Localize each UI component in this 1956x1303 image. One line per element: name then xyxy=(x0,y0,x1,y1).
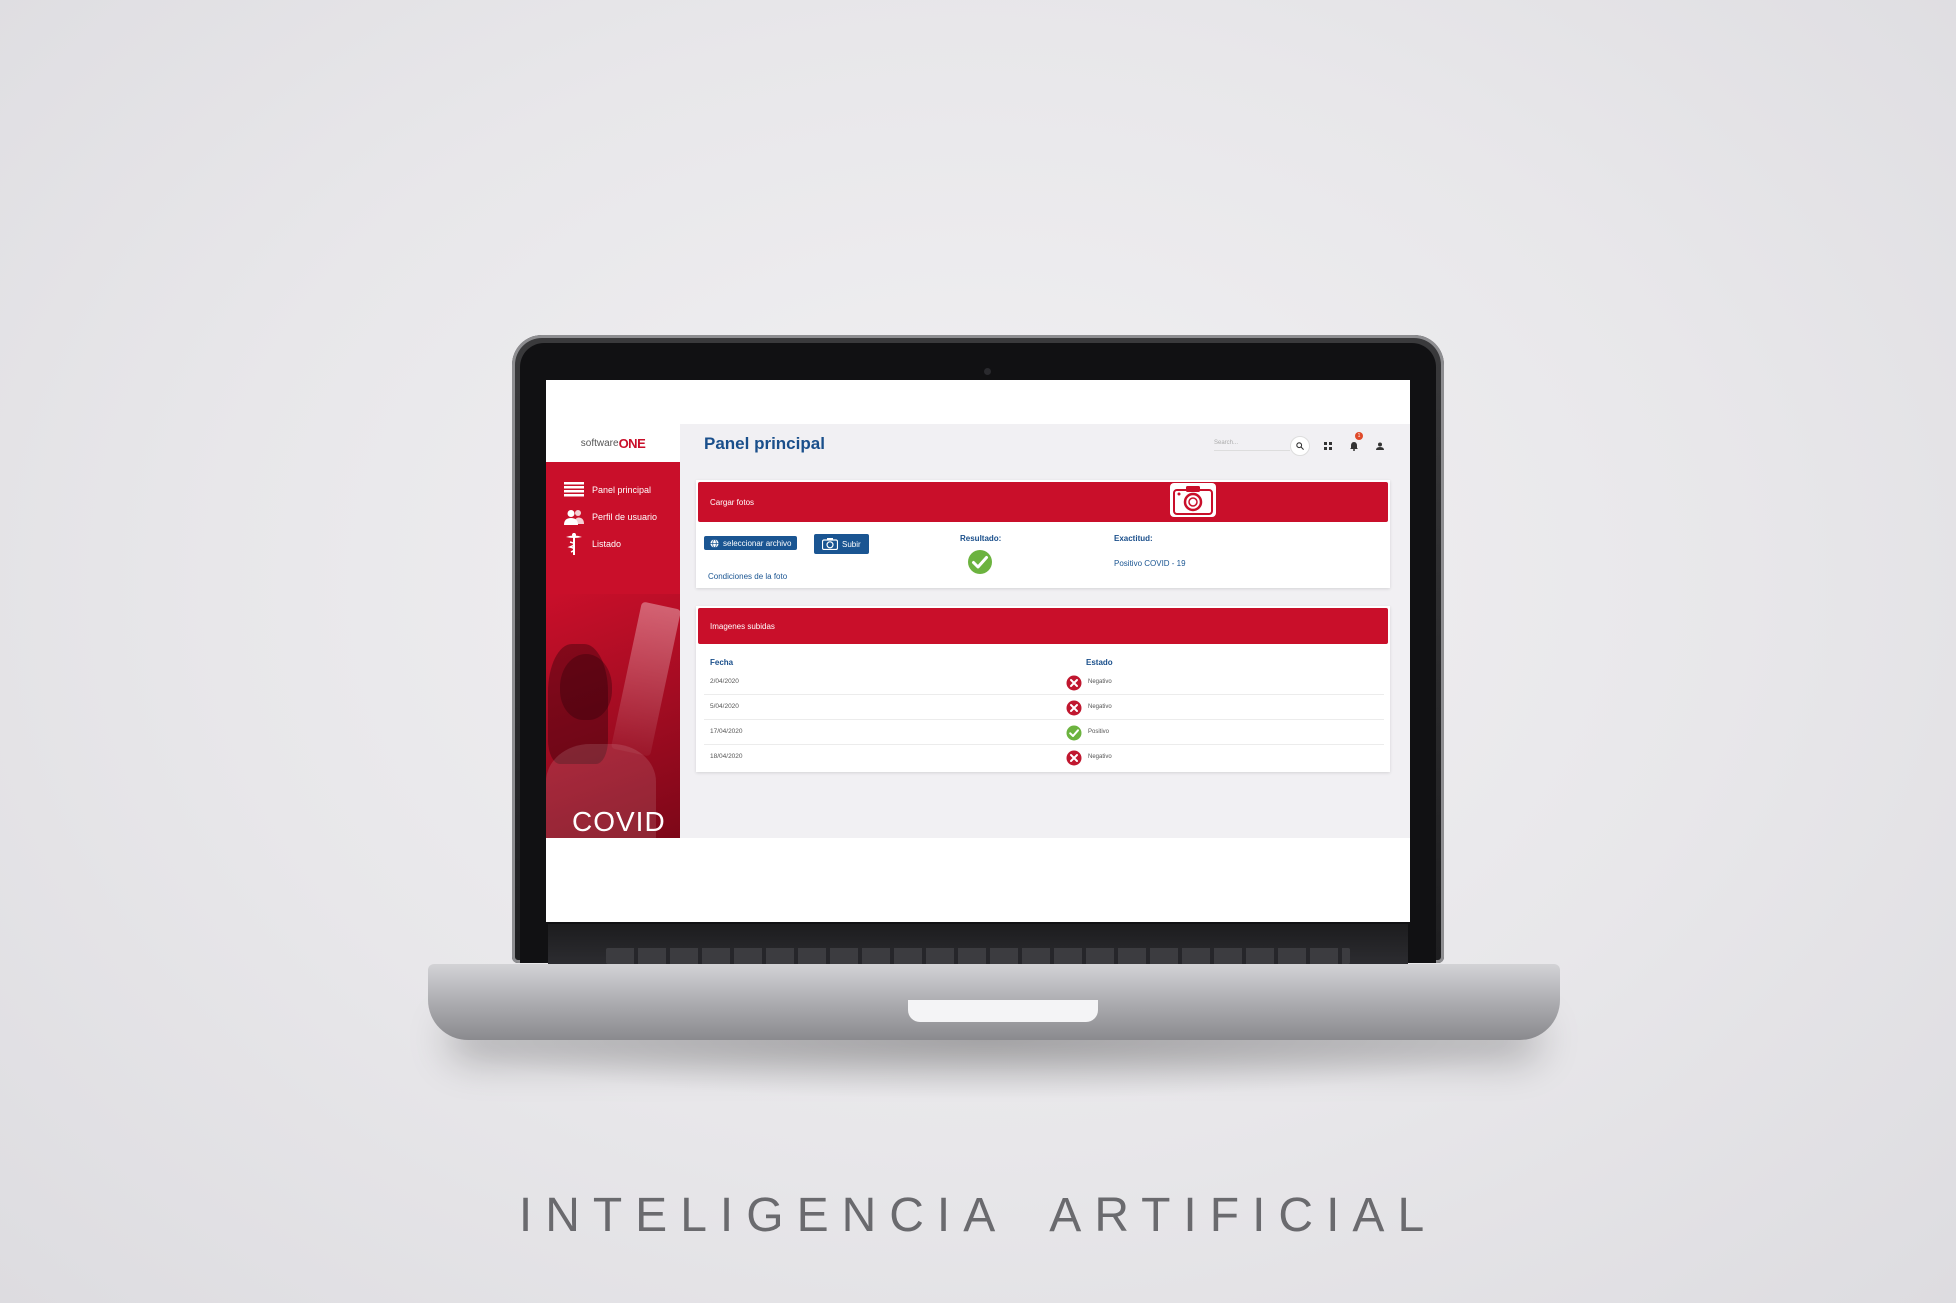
images-card-header: Imagenes subidas xyxy=(698,608,1388,644)
camera-badge xyxy=(1170,483,1216,517)
screen-top-margin xyxy=(546,380,1410,424)
search-button[interactable] xyxy=(1290,436,1310,456)
row-date: 2/04/2020 xyxy=(710,678,739,685)
images-card: Imagenes subidas Fecha Estado 2/04/2020 … xyxy=(696,606,1390,772)
table-row[interactable]: 2/04/2020 Negativo xyxy=(704,670,1384,695)
sidebar-item-label: Panel principal xyxy=(592,484,652,495)
row-status: Negativo xyxy=(1088,679,1112,685)
page-title: Panel principal xyxy=(704,434,825,453)
sidebar-item-label: Listado xyxy=(592,538,622,549)
sidebar-item-listado[interactable]: Listado xyxy=(546,530,680,557)
sidebar: software ONE Panel principal Perfil de us… xyxy=(546,424,680,838)
user-icon xyxy=(1376,442,1384,450)
upload-card: Cargar fotos seleccionar archivo Subir C… xyxy=(696,480,1390,588)
images-card-title: Imagenes subidas xyxy=(710,621,775,631)
apps-button[interactable] xyxy=(1318,436,1338,456)
row-date: 17/04/2020 xyxy=(710,728,743,735)
table-row[interactable]: 5/04/2020 Negativo xyxy=(704,695,1384,720)
keyboard-keys xyxy=(606,948,1350,964)
camera-icon xyxy=(822,538,838,550)
table-row[interactable]: 18/04/2020 Negativo xyxy=(704,745,1384,770)
logo-brand: ONE xyxy=(618,435,646,451)
upload-card-header: Cargar fotos xyxy=(698,482,1388,522)
accuracy-label: Exactitud: xyxy=(1114,534,1153,543)
list-icon xyxy=(564,482,584,498)
check-icon xyxy=(968,550,992,574)
camera-icon xyxy=(1173,486,1213,515)
upload-card-title: Cargar fotos xyxy=(710,497,755,507)
sidebar-menu: Panel principal Perfil de usuario Listad… xyxy=(546,462,680,557)
banner-text: COVID xyxy=(572,806,666,837)
caption-text: INTELIGENCIA ARTIFICIAL xyxy=(518,1189,1438,1242)
error-icon xyxy=(1066,700,1082,716)
upload-button[interactable]: Subir xyxy=(814,534,869,554)
error-icon xyxy=(1066,675,1082,691)
screen-bottom-margin xyxy=(546,838,1410,922)
users-icon xyxy=(564,509,584,525)
grid-icon xyxy=(1324,442,1332,450)
bell-icon xyxy=(1350,441,1358,451)
laptop-shadow xyxy=(430,1040,1540,1100)
logo[interactable]: software ONE xyxy=(546,424,680,462)
search-input[interactable]: Search... xyxy=(1214,437,1290,451)
row-status: Positivo xyxy=(1088,729,1110,735)
accuracy-value: Positivo COVID - 19 xyxy=(1114,559,1186,568)
check-icon xyxy=(1066,725,1082,741)
sidebar-item-panel-principal[interactable]: Panel principal xyxy=(546,476,680,503)
column-header-status: Estado xyxy=(1086,658,1113,667)
photo-conditions-link[interactable]: Condiciones de la foto xyxy=(708,572,787,581)
row-date: 5/04/2020 xyxy=(710,703,739,710)
notifications-button[interactable]: 1 xyxy=(1344,432,1364,456)
notification-badge: 1 xyxy=(1355,432,1363,440)
search-icon xyxy=(1296,442,1304,450)
row-status: Negativo xyxy=(1088,704,1112,710)
select-file-button[interactable]: seleccionar archivo xyxy=(704,536,798,550)
column-header-date: Fecha xyxy=(710,658,734,667)
app-screen: software ONE Panel principal Perfil de us… xyxy=(546,380,1410,922)
caduceus-icon xyxy=(564,532,584,555)
sidebar-banner-image: COVID xyxy=(546,594,680,838)
webcam xyxy=(984,368,991,375)
row-date: 18/04/2020 xyxy=(710,753,743,760)
select-file-label: seleccionar archivo xyxy=(723,538,792,548)
sidebar-item-perfil-de-usuario[interactable]: Perfil de usuario xyxy=(546,503,680,530)
laptop-notch xyxy=(908,1000,1098,1022)
logo-prefix: software xyxy=(580,437,619,449)
table-row[interactable]: 17/04/2020 Positivo xyxy=(704,720,1384,745)
result-label: Resultado: xyxy=(960,534,1002,543)
xray-film-shape xyxy=(610,601,680,757)
sidebar-item-label: Perfil de usuario xyxy=(592,511,658,522)
row-status: Negativo xyxy=(1088,754,1112,760)
globe-icon xyxy=(710,538,719,548)
error-icon xyxy=(1066,750,1082,766)
woman-head-shape xyxy=(560,654,612,720)
upload-label: Subir xyxy=(842,539,861,549)
user-menu-button[interactable] xyxy=(1370,436,1390,456)
